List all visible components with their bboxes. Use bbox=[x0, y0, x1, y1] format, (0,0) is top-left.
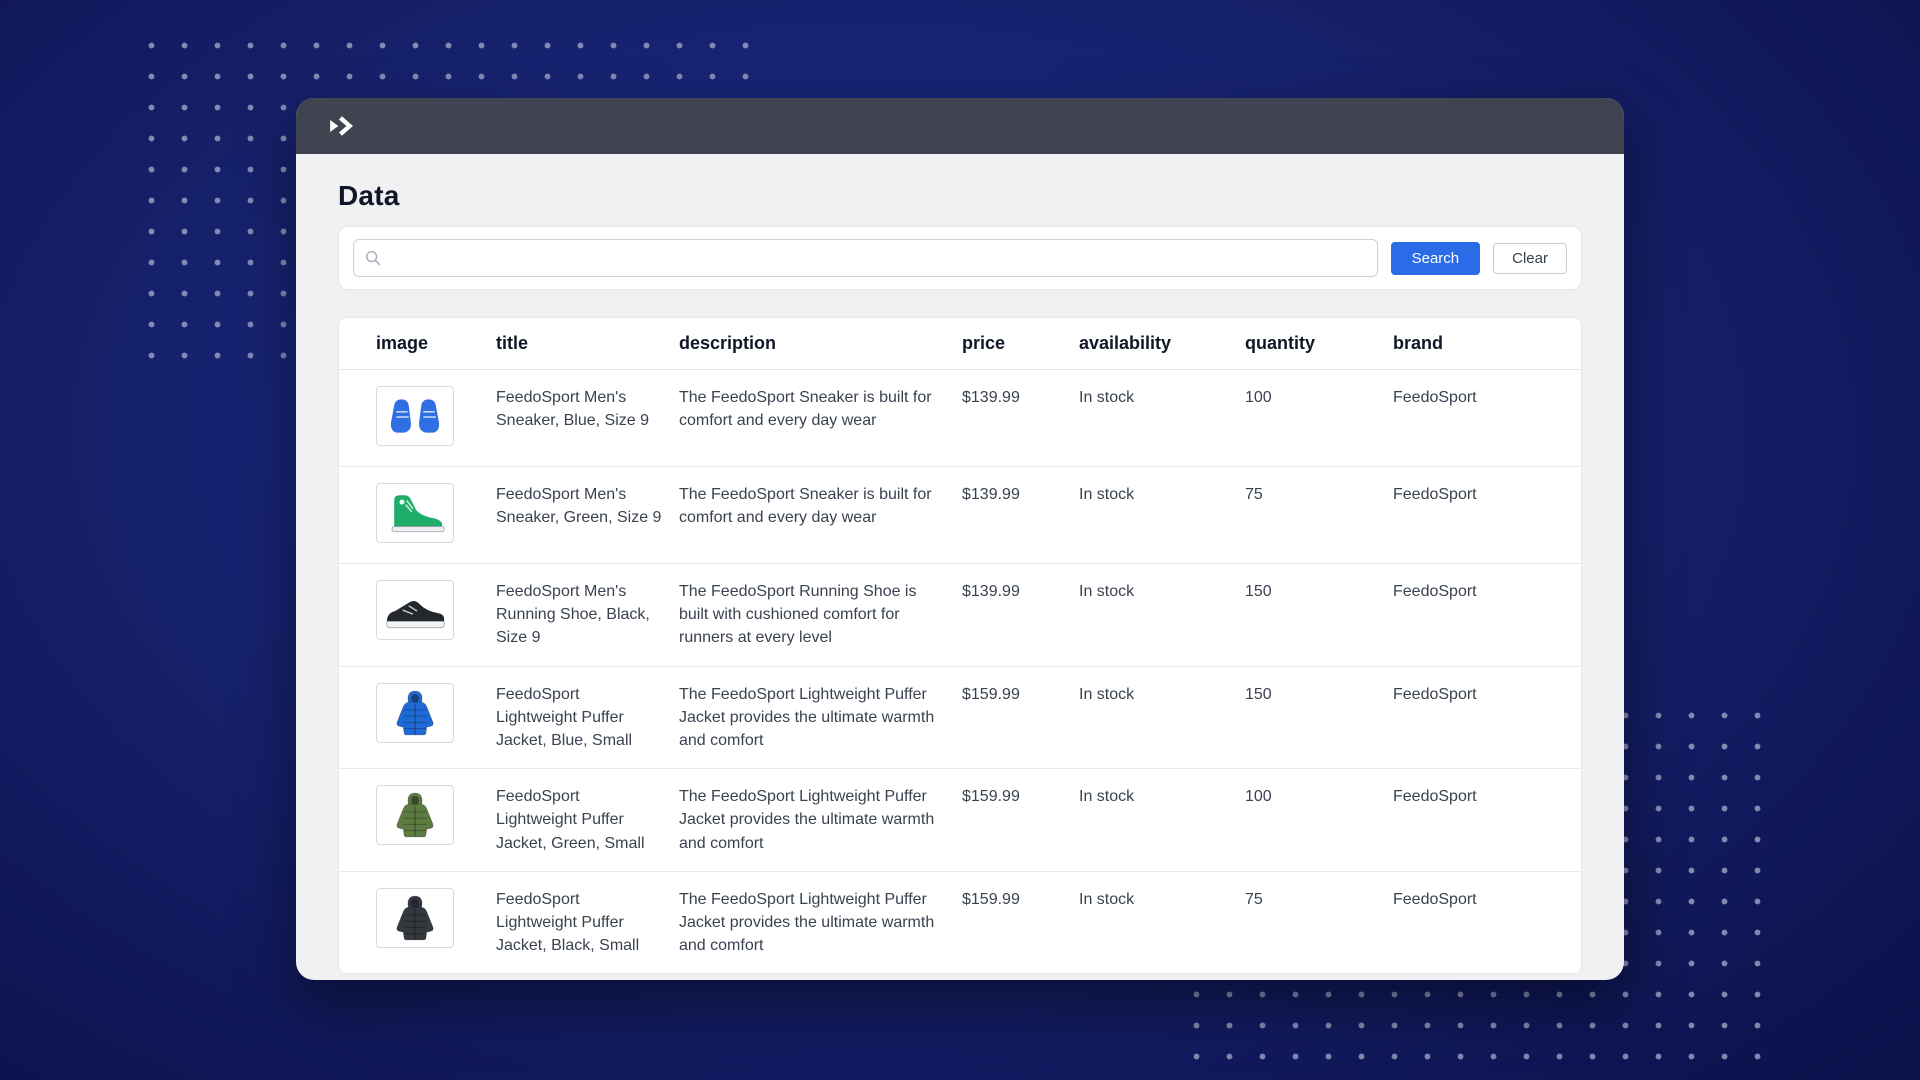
table-header-row: image title description price availability qu… bbox=[339, 318, 1581, 370]
column-header-description: description bbox=[679, 318, 962, 370]
cell-description: The FeedoSport Lightweight Puffer Jacket… bbox=[679, 666, 962, 770]
table-row: FeedoSport Men's Running Shoe, Black, Si… bbox=[339, 563, 1581, 667]
cell-title: FeedoSport Lightweight Puffer Jacket, Gr… bbox=[496, 768, 679, 872]
green-puffer-jacket-image bbox=[376, 785, 454, 846]
search-input[interactable] bbox=[353, 239, 1378, 277]
table-row: FeedoSport Men's Sneaker, Green, Size 9T… bbox=[339, 466, 1581, 564]
column-header-quantity: quantity bbox=[1245, 318, 1393, 370]
cell-availability: In stock bbox=[1079, 466, 1245, 564]
cell-image bbox=[339, 466, 496, 564]
cell-availability: In stock bbox=[1079, 666, 1245, 770]
cell-brand: FeedoSport bbox=[1393, 768, 1581, 872]
search-icon bbox=[364, 249, 382, 267]
table-body: FeedoSport Men's Sneaker, Blue, Size 9 Th… bbox=[339, 369, 1581, 974]
app-header-bar bbox=[296, 98, 1624, 154]
cell-image bbox=[339, 871, 496, 973]
search-button[interactable]: Search bbox=[1390, 241, 1481, 275]
cell-price: $159.99 bbox=[962, 768, 1079, 872]
cell-price: $159.99 bbox=[962, 666, 1079, 770]
cell-title: FeedoSport Lightweight Puffer Jacket, Bl… bbox=[496, 666, 679, 770]
blue-puffer-jacket-image bbox=[376, 682, 454, 743]
cell-brand: FeedoSport bbox=[1393, 563, 1581, 667]
table-row: FeedoSport Lightweight Puffer Jacket, Bl… bbox=[339, 666, 1581, 770]
cell-title: FeedoSport Men's Sneaker, Blue, Size 9 bbox=[496, 369, 679, 467]
cell-quantity: 75 bbox=[1245, 466, 1393, 564]
cell-brand: FeedoSport bbox=[1393, 466, 1581, 564]
cell-price: $139.99 bbox=[962, 369, 1079, 467]
cell-image bbox=[339, 666, 496, 770]
cell-brand: FeedoSport bbox=[1393, 666, 1581, 770]
cell-description: The FeedoSport Lightweight Puffer Jacket… bbox=[679, 768, 962, 872]
data-table-panel: image title description price availability qu… bbox=[338, 317, 1582, 975]
cell-quantity: 100 bbox=[1245, 369, 1393, 467]
desktop-background: { "app": { "logo": "double-chevron-logo"… bbox=[0, 0, 1920, 1080]
cell-description: The FeedoSport Lightweight Puffer Jacket… bbox=[679, 890, 935, 955]
cell-title: FeedoSport Men's Sneaker, Green, Size 9 bbox=[496, 466, 679, 564]
cell-image bbox=[339, 768, 496, 872]
column-header-image: image bbox=[339, 318, 496, 370]
cell-quantity: 75 bbox=[1245, 890, 1263, 908]
column-header-brand: brand bbox=[1393, 318, 1581, 370]
table-row: FeedoSport Lightweight Puffer Jacket, Gr… bbox=[339, 768, 1581, 872]
cell-price: $159.99 bbox=[962, 890, 1020, 908]
cell-description: The FeedoSport Sneaker is built for comf… bbox=[679, 466, 962, 564]
cell-brand: FeedoSport bbox=[1393, 890, 1477, 908]
search-panel: Search Clear bbox=[338, 226, 1582, 290]
blue-sneaker-image bbox=[376, 386, 454, 446]
cell-quantity: 150 bbox=[1245, 666, 1393, 770]
clear-button[interactable]: Clear bbox=[1493, 242, 1567, 274]
cell-availability: In stock bbox=[1079, 369, 1245, 467]
cell-brand: FeedoSport bbox=[1393, 369, 1581, 467]
cell-price: $139.99 bbox=[962, 563, 1079, 667]
main-content: Data Search Clear image title descriptio… bbox=[296, 180, 1624, 975]
cell-availability: In stock bbox=[1079, 890, 1135, 908]
cell-description: The FeedoSport Running Shoe is built wit… bbox=[679, 563, 962, 667]
cell-price: $139.99 bbox=[962, 466, 1079, 564]
table-row: FeedoSport Men's Sneaker, Blue, Size 9 Th… bbox=[339, 369, 1581, 467]
column-header-price: price bbox=[962, 318, 1079, 370]
app-window: Data Search Clear image title descriptio… bbox=[296, 98, 1624, 980]
column-header-availability: availability bbox=[1079, 318, 1245, 370]
table-row: FeedoSport Lightweight Puffer Jacket, Bl… bbox=[339, 871, 1581, 973]
cell-image bbox=[339, 563, 496, 667]
cell-title: FeedoSport Men's Running Shoe, Black, Si… bbox=[496, 563, 679, 667]
data-table: image title description price availability qu… bbox=[339, 318, 1581, 973]
cell-image bbox=[339, 369, 496, 467]
cell-quantity: 150 bbox=[1245, 563, 1393, 667]
page-title: Data bbox=[338, 180, 400, 211]
black-puffer-jacket-image bbox=[376, 887, 454, 948]
black-running-shoe-image bbox=[376, 580, 454, 640]
search-input-wrapper bbox=[353, 239, 1378, 277]
cell-availability: In stock bbox=[1079, 563, 1245, 667]
app-logo-icon bbox=[326, 111, 356, 141]
green-sneaker-image bbox=[376, 483, 454, 543]
column-header-title: title bbox=[496, 318, 679, 370]
cell-description: The FeedoSport Sneaker is built for comf… bbox=[679, 369, 962, 467]
cell-quantity: 100 bbox=[1245, 768, 1393, 872]
cell-title: FeedoSport Lightweight Puffer Jacket, Bl… bbox=[496, 890, 640, 955]
cell-availability: In stock bbox=[1079, 768, 1245, 872]
